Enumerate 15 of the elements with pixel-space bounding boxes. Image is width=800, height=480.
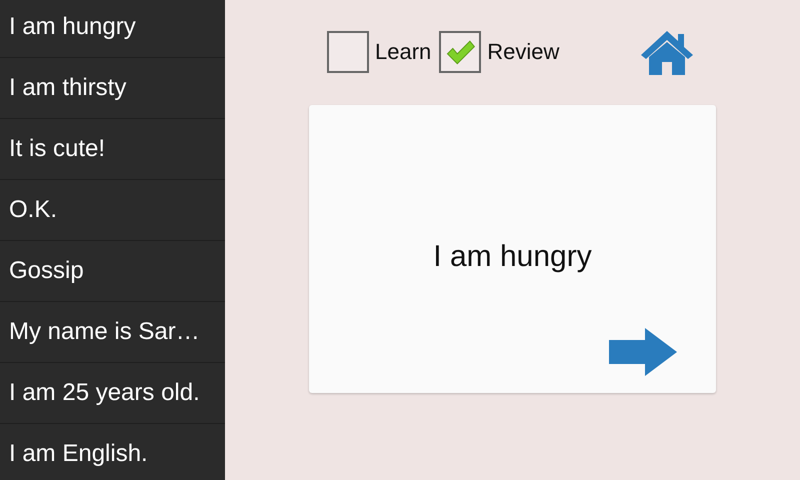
phrase-item[interactable]: I am thirsty <box>0 58 225 119</box>
checkbox-label[interactable]: Learn <box>375 39 432 65</box>
checkbox[interactable] <box>439 31 482 73</box>
checkbox[interactable] <box>327 31 369 73</box>
phrase-item[interactable]: I am English. <box>0 424 225 480</box>
phrase-item[interactable]: It is cute! <box>0 119 225 180</box>
phrase-item[interactable]: O.K. <box>0 180 225 241</box>
card-phrase: I am hungry <box>433 240 592 274</box>
next-arrow-icon[interactable] <box>609 328 677 376</box>
home-icon[interactable] <box>639 29 696 75</box>
phrase-item[interactable]: I am hungry <box>0 0 225 58</box>
checkbox-label[interactable]: Review <box>487 39 560 65</box>
phrase-item[interactable]: My name is Sar… <box>0 302 225 363</box>
phrase-item[interactable]: Gossip <box>0 241 225 302</box>
phrase-item[interactable]: I am 25 years old. <box>0 363 225 424</box>
